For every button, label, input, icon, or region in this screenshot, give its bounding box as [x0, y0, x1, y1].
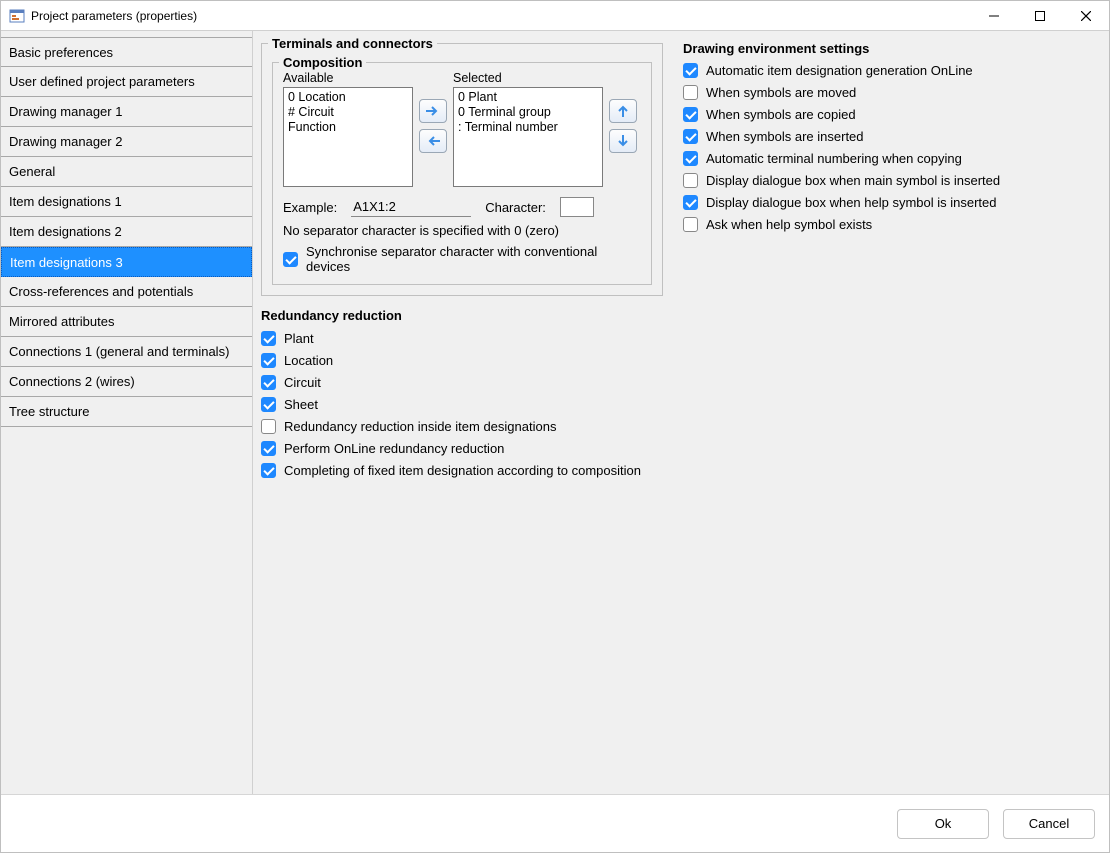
titlebar-buttons [971, 1, 1109, 31]
move-up-button[interactable] [609, 99, 637, 123]
redundancy-option-label: Sheet [284, 397, 318, 412]
env-checkbox[interactable] [683, 195, 698, 210]
env-checkbox[interactable] [683, 129, 698, 144]
env-checkbox[interactable] [683, 173, 698, 188]
redundancy-option-label: Completing of fixed item designation acc… [284, 463, 641, 478]
sidebar-item[interactable]: Cross-references and potentials [1, 277, 252, 307]
list-item[interactable]: 0 Location [288, 90, 408, 105]
redundancy-option-label: Redundancy reduction inside item designa… [284, 419, 556, 434]
sidebar-item[interactable]: User defined project parameters [1, 67, 252, 97]
character-input[interactable] [560, 197, 594, 217]
example-input[interactable] [351, 197, 471, 217]
sync-checkbox[interactable] [283, 252, 298, 267]
character-label: Character: [485, 200, 546, 215]
env-checkbox[interactable] [683, 85, 698, 100]
redundancy-checkbox[interactable] [261, 397, 276, 412]
redundancy-option-label: Plant [284, 331, 314, 346]
redundancy-option-label: Perform OnLine redundancy reduction [284, 441, 504, 456]
sidebar-item[interactable]: Item designations 2 [1, 217, 252, 247]
content: Terminals and connectors Composition Ava… [253, 31, 1109, 794]
sidebar-item[interactable]: Drawing manager 2 [1, 127, 252, 157]
env-option-label: Display dialogue box when main symbol is… [706, 173, 1000, 188]
sidebar-item[interactable]: Drawing manager 1 [1, 97, 252, 127]
env-checkbox[interactable] [683, 217, 698, 232]
list-item[interactable]: # Circuit [288, 105, 408, 120]
drawing-env-heading: Drawing environment settings [683, 41, 1099, 56]
sidebar-item[interactable]: Connections 1 (general and terminals) [1, 337, 252, 367]
window: Project parameters (properties) Basic pr… [0, 0, 1110, 853]
selected-listbox[interactable]: 0 Plant0 Terminal group: Terminal number [453, 87, 603, 187]
redundancy-checkbox[interactable] [261, 441, 276, 456]
redundancy-checkbox[interactable] [261, 375, 276, 390]
sidebar-item[interactable]: Mirrored attributes [1, 307, 252, 337]
sync-label: Synchronise separator character with con… [306, 244, 641, 274]
ok-button[interactable]: Ok [897, 809, 989, 839]
env-option-label: When symbols are copied [706, 107, 856, 122]
sidebar-item[interactable]: Basic preferences [1, 37, 252, 67]
move-left-button[interactable] [419, 129, 447, 153]
redundancy-checkbox[interactable] [261, 331, 276, 346]
sidebar-item[interactable]: Item designations 3 [1, 247, 252, 277]
close-button[interactable] [1063, 1, 1109, 31]
main: Basic preferencesUser defined project pa… [1, 31, 1109, 794]
env-checkbox[interactable] [683, 63, 698, 78]
redundancy-panel: Redundancy reduction Plant Location Circui… [261, 308, 1099, 478]
minimize-button[interactable] [971, 1, 1017, 31]
footer: Ok Cancel [1, 794, 1109, 852]
available-label: Available [283, 71, 413, 85]
composition-heading: Composition [279, 55, 366, 70]
move-right-button[interactable] [419, 99, 447, 123]
env-option-label: Automatic item designation generation On… [706, 63, 973, 78]
redundancy-checkbox[interactable] [261, 463, 276, 478]
redundancy-checkbox[interactable] [261, 419, 276, 434]
separator-hint: No separator character is specified with… [283, 223, 641, 238]
env-option-label: When symbols are moved [706, 85, 856, 100]
titlebar: Project parameters (properties) [1, 1, 1109, 31]
app-icon [9, 8, 25, 24]
move-down-button[interactable] [609, 129, 637, 153]
available-listbox[interactable]: 0 Location# Circuit Function [283, 87, 413, 187]
cancel-button[interactable]: Cancel [1003, 809, 1095, 839]
selected-label: Selected [453, 71, 603, 85]
list-item[interactable]: Function [288, 120, 408, 135]
composition-fieldset: Composition Available 0 Location# Circui… [272, 62, 652, 285]
sidebar-item[interactable]: Tree structure [1, 397, 252, 427]
env-option-label: Ask when help symbol exists [706, 217, 872, 232]
list-item[interactable]: : Terminal number [458, 120, 598, 135]
sidebar-item[interactable]: Connections 2 (wires) [1, 367, 252, 397]
env-option-label: Automatic terminal numbering when copyin… [706, 151, 962, 166]
sidebar: Basic preferencesUser defined project pa… [1, 31, 253, 794]
sidebar-item[interactable]: Item designations 1 [1, 187, 252, 217]
list-item[interactable]: 0 Plant [458, 90, 598, 105]
redundancy-checkbox[interactable] [261, 353, 276, 368]
env-checkbox[interactable] [683, 151, 698, 166]
redundancy-option-label: Location [284, 353, 333, 368]
terminals-heading: Terminals and connectors [268, 36, 437, 51]
redundancy-option-label: Circuit [284, 375, 321, 390]
maximize-button[interactable] [1017, 1, 1063, 31]
terminals-fieldset: Terminals and connectors Composition Ava… [261, 43, 663, 296]
window-title: Project parameters (properties) [31, 9, 971, 23]
env-checkbox[interactable] [683, 107, 698, 122]
list-item[interactable]: 0 Terminal group [458, 105, 598, 120]
env-option-label: When symbols are inserted [706, 129, 864, 144]
drawing-env-panel: Drawing environment settings Automatic i… [683, 35, 1099, 232]
example-label: Example: [283, 200, 337, 215]
redundancy-heading: Redundancy reduction [261, 308, 1099, 323]
sidebar-item[interactable]: General [1, 157, 252, 187]
env-option-label: Display dialogue box when help symbol is… [706, 195, 997, 210]
